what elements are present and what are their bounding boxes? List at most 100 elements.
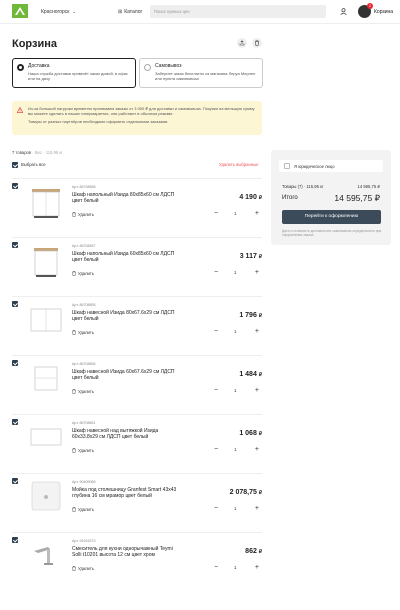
minus-button[interactable]: − (214, 386, 218, 395)
product-image[interactable] (28, 419, 64, 455)
remove-button[interactable]: Удалить (72, 507, 94, 513)
cart-item: Арт. 86708856 Шкаф навесной Изида 60х67.6… (12, 355, 262, 413)
quantity-stepper: − 1 + (212, 268, 262, 277)
pickup-option[interactable]: Самовывоз Заберите заказ бесплатно из ма… (139, 58, 263, 88)
product-image[interactable] (28, 183, 64, 219)
minus-button[interactable]: − (214, 327, 218, 336)
remove-label: Удалить (78, 448, 94, 453)
radio-button[interactable] (144, 64, 151, 71)
order-summary: Я юридическое лицо Товары (7) · 115,95 к… (271, 150, 391, 245)
logo-icon[interactable] (12, 4, 28, 18)
checkbox[interactable] (12, 478, 18, 484)
checkbox[interactable] (12, 537, 18, 543)
quantity-value[interactable]: 1 (234, 270, 237, 275)
quantity-stepper: − 1 + (212, 386, 262, 395)
checkbox[interactable] (12, 360, 18, 366)
price: 3 117 ₽ (240, 253, 262, 260)
checkbox[interactable] (12, 419, 18, 425)
product-image[interactable] (28, 301, 64, 337)
product-image[interactable] (28, 360, 64, 396)
plus-button[interactable]: + (255, 563, 259, 572)
cart-item: Арт. 86708857 Шкаф напольный Изида 60х85х… (12, 237, 262, 295)
plus-button[interactable]: + (255, 209, 259, 218)
minus-button[interactable]: − (214, 209, 218, 218)
delivery-note: Дата и стоимость доставки или самовывоза… (282, 229, 382, 238)
notice-text: Из-за большой нагрузки временно принимае… (28, 106, 255, 117)
price-value: 862 (245, 548, 257, 555)
catalog-button[interactable]: ⊞ Каталог (118, 9, 142, 15)
checkout-button[interactable]: Перейти к оформлению (282, 210, 381, 224)
cart-item: Арт. 90409089 Мойка под столешницу Granfe… (12, 473, 262, 531)
remove-button[interactable]: Удалить (72, 271, 94, 277)
minus-button[interactable]: − (214, 268, 218, 277)
checkbox[interactable] (284, 163, 290, 169)
product-name[interactable]: Шкаф навесной Изида 60х67.6х29 см ЛДСП ц… (72, 369, 180, 381)
quantity-value[interactable]: 1 (234, 565, 237, 570)
price: 2 078,75 ₽ (230, 489, 262, 496)
count-text: 7 товаров (12, 150, 32, 155)
product-name[interactable]: Шкаф навесной Изида 80х67.6х29 см ЛДСП ц… (72, 310, 180, 322)
remove-label: Удалить (78, 212, 94, 217)
price-value: 1 068 (239, 430, 257, 437)
quantity-value[interactable]: 1 (234, 329, 237, 334)
product-name[interactable]: Шкаф навесной над вытяжкой Изида 60х33.8… (72, 428, 180, 440)
remove-label: Удалить (78, 330, 94, 335)
plus-button[interactable]: + (255, 504, 259, 513)
search-input[interactable]: Поиск нужных цен (150, 5, 326, 18)
checkbox[interactable] (12, 242, 18, 248)
checkbox[interactable] (12, 183, 18, 189)
city-label: Красногорск (41, 9, 70, 15)
article-number: Арт. 91916373 (72, 539, 96, 543)
items-count: 7 товаров · Вес · 115,95 кг (12, 150, 63, 155)
product-image[interactable] (28, 478, 64, 514)
product-name[interactable]: Смеситель для кухни однорычажный Teymi S… (72, 546, 180, 558)
plus-button[interactable]: + (255, 386, 259, 395)
article-number: Арт. 90409089 (72, 480, 96, 484)
minus-button[interactable]: − (214, 445, 218, 454)
checkbox[interactable] (12, 301, 18, 307)
remove-button[interactable]: Удалить (72, 566, 94, 572)
remove-label: Удалить (78, 389, 94, 394)
product-image[interactable] (28, 537, 64, 573)
article-number: Арт. 86708856 (72, 362, 96, 366)
quantity-value[interactable]: 1 (234, 506, 237, 511)
select-all[interactable]: Выбрать все (12, 162, 46, 168)
remove-button[interactable]: Удалить (72, 389, 94, 395)
trash-icon (72, 271, 76, 277)
delete-selected-link[interactable]: Удалить выбранные (219, 162, 258, 167)
remove-button[interactable]: Удалить (72, 448, 94, 454)
plus-button[interactable]: + (255, 268, 259, 277)
price: 4 190 ₽ (239, 194, 262, 201)
plus-button[interactable]: + (255, 445, 259, 454)
user-icon[interactable] (340, 8, 347, 15)
radio-button[interactable] (17, 64, 24, 71)
minus-button[interactable]: − (214, 563, 218, 572)
product-name[interactable]: Мойка под столешницу Granfest Smart 43х4… (72, 487, 180, 499)
minus-button[interactable]: − (214, 504, 218, 513)
currency: ₽ (258, 195, 262, 201)
plus-button[interactable]: + (255, 327, 259, 336)
quantity-value[interactable]: 1 (234, 447, 237, 452)
trash-icon (72, 389, 76, 395)
remove-button[interactable]: Удалить (72, 330, 94, 336)
total-label: Итого (282, 195, 298, 201)
city-selector[interactable]: Красногорск ⌄ (41, 9, 76, 15)
quantity-value[interactable]: 1 (234, 211, 237, 216)
share-button[interactable] (237, 38, 247, 48)
clear-cart-button[interactable] (252, 38, 262, 48)
notice-banner: Из-за большой нагрузки временно принимае… (12, 101, 262, 135)
cart-label[interactable]: Корзина (374, 9, 393, 15)
checkbox[interactable] (12, 162, 18, 168)
product-name[interactable]: Шкаф напольный Изида 60х85х60 см ЛДСП цв… (72, 251, 180, 263)
quantity-stepper: − 1 + (212, 563, 262, 572)
remove-label: Удалить (78, 566, 94, 571)
price-value: 4 190 (239, 194, 257, 201)
legal-entity-toggle[interactable]: Я юридическое лицо (279, 160, 383, 172)
product-name[interactable]: Шкаф напольный Изида 80х85х60 см ЛДСП цв… (72, 192, 180, 204)
product-image[interactable] (28, 242, 64, 278)
price-value: 1 484 (239, 371, 257, 378)
delivery-option[interactable]: Доставка Наша служба доставки привезёт з… (12, 58, 136, 88)
price-value: 3 117 (239, 253, 257, 260)
remove-button[interactable]: Удалить (72, 212, 94, 218)
quantity-value[interactable]: 1 (234, 388, 237, 393)
